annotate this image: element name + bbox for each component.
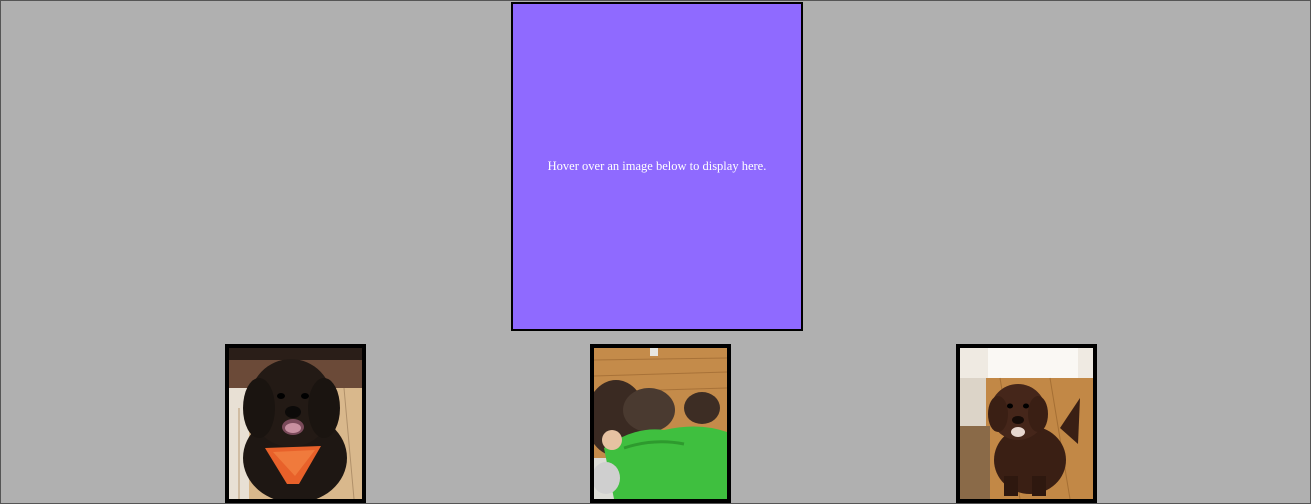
gallery-thumbnail-child-hugging-dog[interactable] (590, 344, 731, 503)
gallery-thumbnail-brown-puppy[interactable] (956, 344, 1097, 503)
child-hugging-dog-photo (594, 348, 727, 499)
brown-puppy-sitting-photo (960, 348, 1093, 499)
image-display-area: Hover over an image below to display her… (511, 2, 803, 331)
page-frame: Hover over an image below to display her… (0, 0, 1311, 504)
display-message: Hover over an image below to display her… (547, 159, 767, 173)
gallery-thumbnail-dog-bandana[interactable] (225, 344, 366, 503)
dog-with-orange-bandana-photo (229, 348, 362, 499)
